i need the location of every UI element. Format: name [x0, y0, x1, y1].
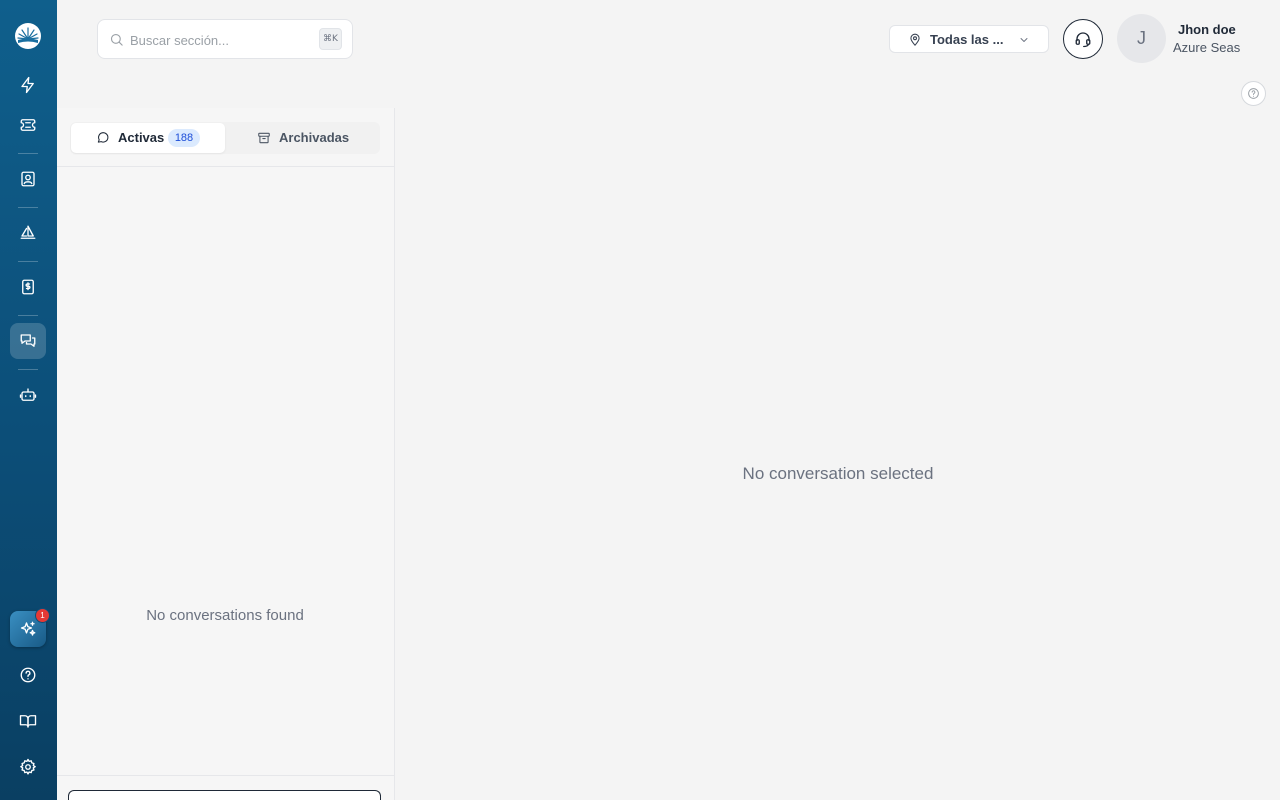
sunburst-logo-icon — [17, 27, 39, 43]
empty-conversation-message: No conversation selected — [742, 464, 934, 483]
page-help-button[interactable] — [1241, 81, 1266, 106]
book-icon — [19, 715, 37, 728]
nav-contacts[interactable] — [10, 161, 46, 197]
location-filter-dropdown[interactable]: Todas las ... — [889, 25, 1049, 53]
tab-label: Archivadas — [279, 130, 350, 145]
nav-divider — [18, 369, 38, 370]
sparkles-icon — [20, 621, 36, 636]
lightning-icon — [21, 76, 34, 94]
conversation-tabs: Activas 188 Archivadas — [70, 122, 380, 154]
empty-list-message: No conversations found — [146, 607, 304, 624]
divider — [57, 775, 395, 776]
map-pin-icon — [910, 33, 920, 46]
tab-label: Activas — [118, 130, 165, 145]
nav-boats[interactable] — [10, 215, 46, 251]
nav-divider — [18, 207, 38, 208]
nav-help[interactable] — [10, 657, 46, 693]
question-icon — [1248, 88, 1259, 99]
settings-icon — [20, 758, 36, 775]
user-avatar[interactable]: J — [1117, 14, 1166, 63]
user-organization: Azure Seas — [1173, 40, 1241, 55]
help-icon — [20, 667, 36, 683]
nav-bot[interactable] — [10, 377, 46, 413]
count-badge: 188 — [168, 129, 200, 147]
nav-settings[interactable] — [10, 749, 46, 785]
sidebar: 1 — [0, 0, 57, 800]
chevron-down-icon — [1020, 38, 1028, 42]
dollar-receipt-icon — [22, 279, 34, 295]
divider — [57, 166, 395, 167]
tab-archivadas[interactable]: Archivadas — [230, 123, 378, 153]
keyboard-shortcut-hint: ⌘K — [319, 28, 342, 50]
nav-docs[interactable] — [10, 703, 46, 739]
headset-icon — [1075, 32, 1091, 48]
brand-logo[interactable] — [15, 23, 41, 49]
support-button[interactable] — [1063, 19, 1103, 59]
search-icon — [110, 33, 123, 46]
messages-icon — [20, 334, 36, 347]
section-search[interactable]: ⌘K — [97, 19, 353, 59]
bot-icon — [19, 388, 37, 401]
bottom-action-button[interactable] — [68, 790, 381, 800]
search-input[interactable] — [130, 29, 310, 51]
nav-billing[interactable] — [10, 269, 46, 305]
user-name: Jhon doe — [1178, 22, 1236, 37]
notification-badge: 1 — [35, 608, 50, 623]
nav-divider — [18, 153, 38, 154]
message-circle-icon — [97, 132, 109, 143]
tab-activas[interactable]: Activas 188 — [71, 123, 225, 153]
ticket-icon — [20, 119, 36, 131]
sailboat-icon — [20, 225, 36, 239]
archive-icon — [258, 132, 270, 144]
nav-tickets[interactable] — [10, 107, 46, 143]
nav-divider — [18, 261, 38, 262]
nav-messages[interactable] — [10, 323, 46, 359]
nav-divider — [18, 315, 38, 316]
conversation-list-panel: Activas 188 Archivadas No conversations … — [57, 108, 395, 800]
location-filter-label: Todas las ... — [930, 32, 1004, 47]
nav-lightning[interactable] — [10, 67, 46, 103]
contact-icon — [21, 171, 35, 187]
